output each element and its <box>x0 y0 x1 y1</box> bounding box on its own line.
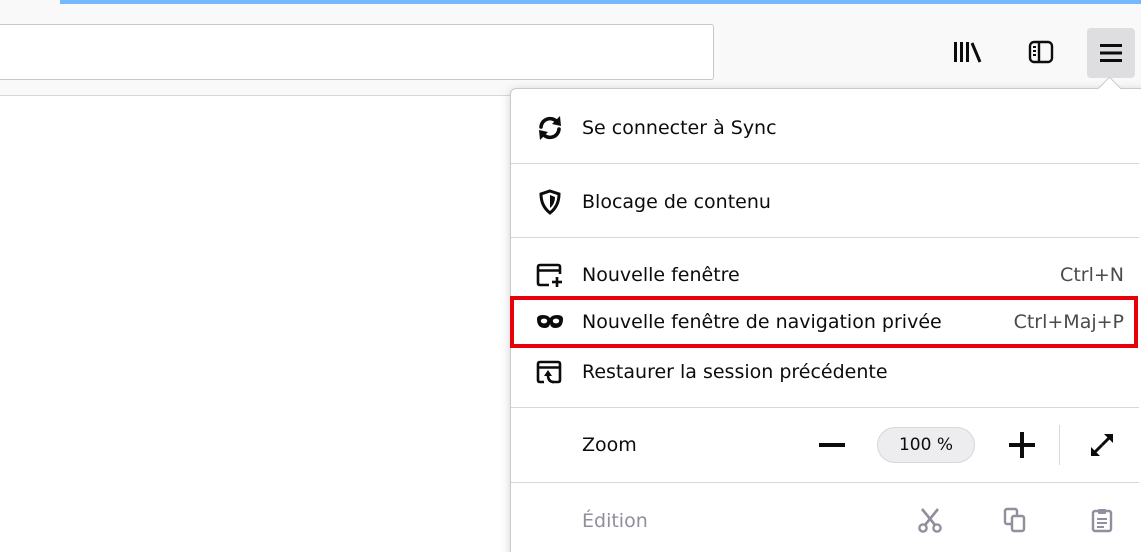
menu-item-label: Restaurer la session précédente <box>582 361 888 383</box>
fullscreen-icon <box>1091 434 1113 456</box>
paste-button[interactable] <box>1082 498 1122 542</box>
menu-item-label: Nouvelle fenêtre <box>582 264 740 286</box>
menu-item-label: Se connecter à Sync <box>582 117 777 139</box>
open-menu-button[interactable] <box>1087 28 1135 78</box>
shield-icon <box>534 186 566 218</box>
menu-separator <box>511 237 1139 238</box>
menu-item-restore-session[interactable]: Restaurer la session précédente <box>510 352 1140 392</box>
cut-icon <box>918 508 942 533</box>
minus-icon <box>819 443 845 447</box>
zoom-value: 100 % <box>898 435 953 455</box>
private-mask-icon <box>534 306 566 338</box>
zoom-in-button[interactable] <box>1000 423 1044 467</box>
menu-item-new-window[interactable]: Nouvelle fenêtre Ctrl+N <box>510 255 1140 295</box>
fullscreen-button[interactable] <box>1080 423 1124 467</box>
zoom-out-button[interactable] <box>810 423 854 467</box>
edit-label: Édition <box>582 510 648 532</box>
menu-item-label: Blocage de contenu <box>582 191 771 213</box>
toolbar-accent-line <box>60 0 1141 4</box>
menu-item-shortcut: Ctrl+N <box>1060 264 1124 286</box>
menu-item-content-blocking[interactable]: Blocage de contenu <box>510 182 1140 222</box>
menu-separator <box>511 163 1139 164</box>
sync-icon <box>534 112 566 144</box>
library-button[interactable] <box>945 30 989 74</box>
zoom-label: Zoom <box>582 434 637 456</box>
browser-window: Se connecter à Sync Blocage de contenu N… <box>0 0 1141 552</box>
copy-icon <box>1003 507 1026 533</box>
sidebar-button[interactable] <box>1019 30 1063 74</box>
zoom-reset-button[interactable]: 100 % <box>877 427 975 463</box>
menu-separator <box>511 482 1139 483</box>
copy-button[interactable] <box>995 498 1035 542</box>
menu-item-shortcut: Ctrl+Maj+P <box>1013 311 1124 333</box>
menu-separator <box>511 407 1139 408</box>
url-bar[interactable] <box>0 24 714 80</box>
menu-item-sync[interactable]: Se connecter à Sync <box>510 108 1140 148</box>
new-window-icon <box>534 259 566 291</box>
menu-item-label: Nouvelle fenêtre de navigation privée <box>582 311 942 333</box>
paste-icon <box>1091 509 1113 533</box>
zoom-separator <box>1059 425 1060 465</box>
plus-icon <box>1009 432 1035 458</box>
navigation-toolbar <box>0 0 1141 96</box>
sidebar-icon <box>1028 40 1054 64</box>
library-icon <box>954 42 982 63</box>
cut-button[interactable] <box>910 498 950 542</box>
hamburger-menu-icon <box>1100 44 1122 62</box>
restore-session-icon <box>534 356 566 388</box>
menu-item-new-private-window[interactable]: Nouvelle fenêtre de navigation privée Ct… <box>510 302 1140 342</box>
